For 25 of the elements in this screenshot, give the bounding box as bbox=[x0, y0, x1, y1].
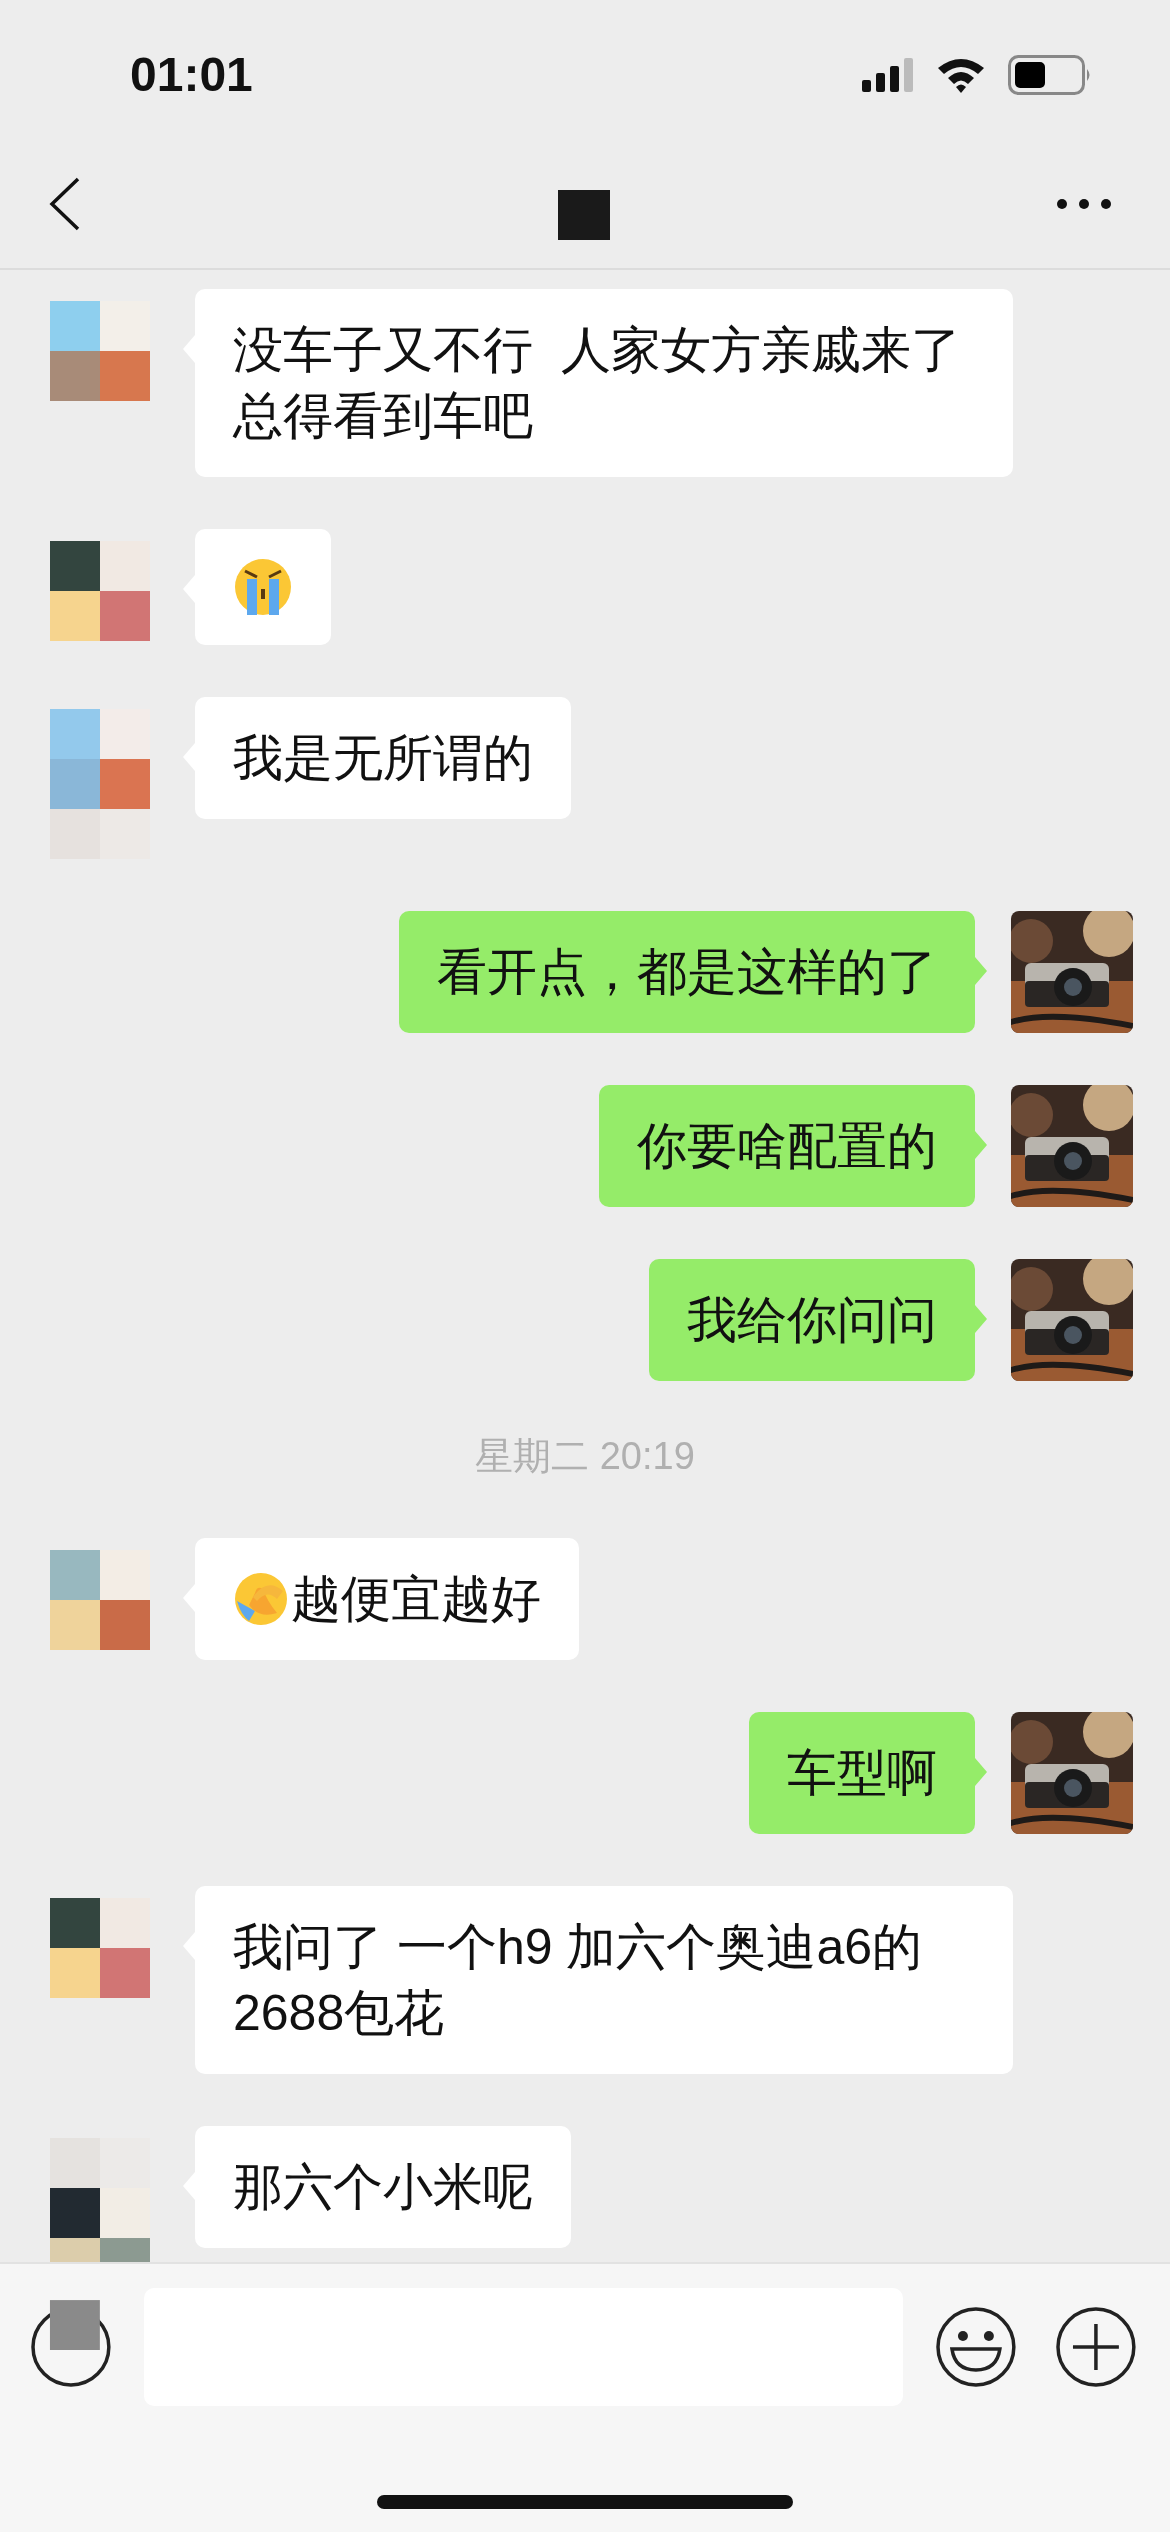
more-icon[interactable] bbox=[1056, 198, 1112, 210]
emoji-icon[interactable] bbox=[935, 2306, 1018, 2388]
battery-icon bbox=[1008, 55, 1092, 95]
message-text: 我问了 一个h9 加六个奥迪a6的 2688包花 bbox=[233, 1918, 923, 2043]
crying-face-icon bbox=[233, 557, 293, 617]
message-text: 看开点，都是这样的了 bbox=[437, 943, 937, 1002]
message-text: 没车子又不行 人家女方亲戚来了总得看到车吧 bbox=[233, 321, 962, 446]
message-text: 那六个小米呢 bbox=[233, 2158, 533, 2217]
message-text: 车型啊 bbox=[787, 1744, 937, 1803]
message-text: 你要啥配置的 bbox=[637, 1117, 937, 1176]
message-text: 我给你问问 bbox=[687, 1291, 937, 1350]
timestamp: 星期二 20:19 bbox=[475, 1434, 695, 1479]
wifi-icon bbox=[936, 56, 986, 94]
back-button[interactable] bbox=[48, 176, 82, 232]
avatar[interactable] bbox=[50, 1898, 150, 1998]
avatar[interactable] bbox=[50, 541, 150, 641]
signal-icon bbox=[862, 58, 914, 92]
message-text: 我是无所谓的 bbox=[233, 729, 533, 788]
redaction-block bbox=[558, 190, 610, 240]
face-with-hand-icon bbox=[233, 1571, 289, 1627]
message-text: 越便宜越好 bbox=[291, 1570, 541, 1629]
voice-icon[interactable] bbox=[30, 2300, 112, 2388]
plus-icon[interactable] bbox=[1055, 2306, 1137, 2388]
status-time: 01:01 bbox=[130, 48, 253, 102]
avatar[interactable] bbox=[50, 2138, 150, 2262]
